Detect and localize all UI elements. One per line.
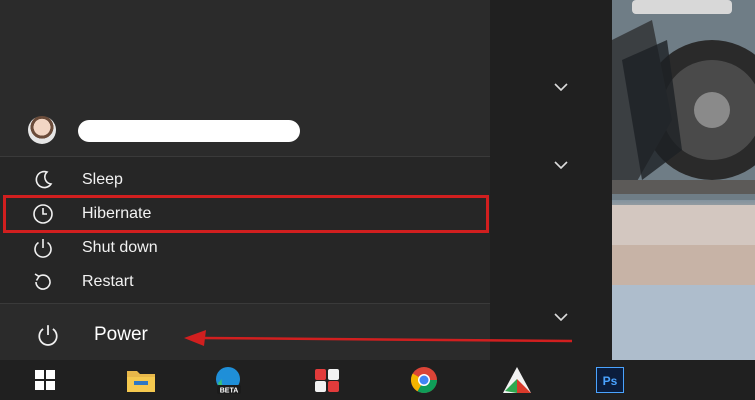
clock-icon xyxy=(28,199,58,229)
windows-start-icon[interactable] xyxy=(28,364,62,396)
photoshop-label: Ps xyxy=(603,374,618,388)
chrome-icon[interactable] xyxy=(407,364,441,396)
file-explorer-icon[interactable] xyxy=(124,364,158,396)
power-icon xyxy=(28,233,58,263)
menu-item-label: Sleep xyxy=(82,171,123,188)
restart-icon xyxy=(28,267,58,297)
menu-item-sleep[interactable]: Sleep xyxy=(0,163,490,197)
chevron-down-icon[interactable] xyxy=(552,156,570,174)
taskbar: BETA Ps xyxy=(0,360,755,400)
edge-beta-icon[interactable]: BETA xyxy=(212,364,246,396)
chevron-down-icon[interactable] xyxy=(552,308,570,326)
power-options-flyout: Sleep Hibernate Shut down Restart xyxy=(0,156,490,304)
red-arrow-annotation xyxy=(184,330,573,346)
chevron-down-icon[interactable] xyxy=(552,78,570,96)
photoshop-icon[interactable]: Ps xyxy=(593,364,627,396)
menu-item-shut-down[interactable]: Shut down xyxy=(0,231,490,265)
user-account-row[interactable] xyxy=(28,116,328,144)
menu-item-restart[interactable]: Restart xyxy=(0,265,490,299)
edge-beta-badge: BETA xyxy=(220,388,239,395)
menu-item-label: Hibernate xyxy=(82,205,152,222)
power-button-label: Power xyxy=(94,324,148,345)
menu-item-label: Restart xyxy=(82,273,134,290)
desktop-wallpaper xyxy=(612,0,755,360)
power-icon xyxy=(32,319,64,351)
start-menu-tiles-strip xyxy=(490,0,612,360)
moon-icon xyxy=(28,165,58,195)
menu-item-hibernate[interactable]: Hibernate xyxy=(0,197,490,231)
redacted-username xyxy=(78,120,300,142)
app-icon[interactable] xyxy=(310,364,344,396)
menu-item-label: Shut down xyxy=(82,239,158,256)
avatar xyxy=(28,116,56,144)
app-icon[interactable] xyxy=(500,364,534,396)
